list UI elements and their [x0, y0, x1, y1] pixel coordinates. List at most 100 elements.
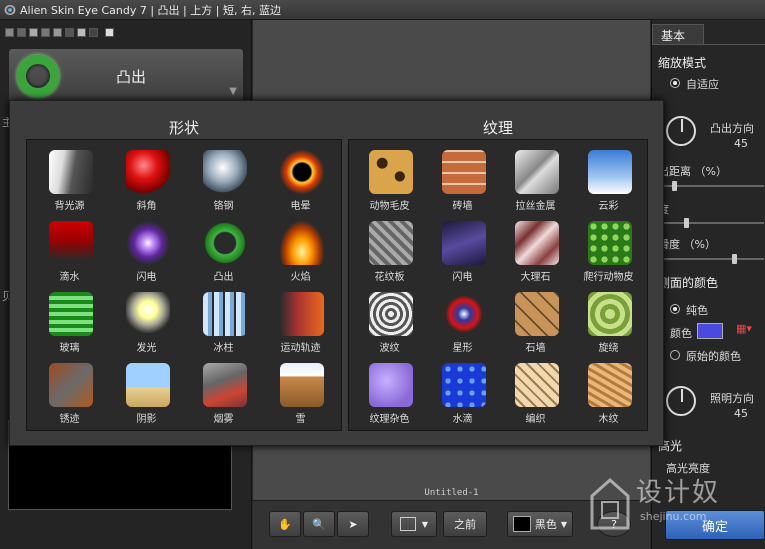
texture-item-clouds[interactable]: 云彩 — [573, 146, 645, 216]
fur-icon — [368, 150, 413, 194]
swatch[interactable] — [65, 28, 74, 37]
background-color-button[interactable]: 黑色 ▼ — [507, 511, 573, 537]
effect-selector-button[interactable]: 凸出 ▼ — [8, 48, 244, 104]
side-color-swatch[interactable] — [697, 323, 723, 339]
texture-item-diamond-plate[interactable]: 花纹板 — [354, 217, 426, 287]
extrude-ring-icon — [17, 55, 59, 97]
shape-item-bevel[interactable]: 斜角 — [111, 146, 183, 216]
effect-name: 凸出 — [115, 67, 146, 86]
zoom-tool-button[interactable]: 🔍 — [303, 511, 335, 537]
rust-icon — [48, 363, 93, 407]
texture-item-reptile[interactable]: 爬行动物皮 — [573, 217, 645, 287]
color-grid-icon[interactable]: ▦▾ — [736, 322, 752, 335]
chevron-down-icon: ▼ — [560, 519, 568, 529]
shape-item-fire[interactable]: 火焰 — [265, 217, 337, 287]
texture-item-swirl[interactable]: 旋绕 — [573, 288, 645, 358]
noise-icon — [368, 363, 413, 407]
texture-item-marble[interactable]: 大理石 — [500, 217, 572, 287]
swatch[interactable] — [89, 28, 98, 37]
shape-item-drip[interactable]: 滴水 — [34, 217, 106, 287]
shape-item-extrude[interactable]: 凸出 — [188, 217, 260, 287]
swatch[interactable] — [77, 28, 86, 37]
texture-item-drops[interactable]: 水滴 — [427, 359, 499, 429]
shape-item-chrome[interactable]: 铬钢 — [188, 146, 260, 216]
swatch[interactable] — [41, 28, 50, 37]
texture-item-weave[interactable]: 编织 — [500, 359, 572, 429]
distance-label: 出距离 （%） — [658, 165, 727, 178]
clouds-icon — [587, 150, 632, 194]
slider-knob[interactable] — [732, 254, 737, 264]
light-direction-dial[interactable] — [666, 386, 696, 416]
shape-item-backlight[interactable]: 背光源 — [34, 146, 106, 216]
compare-mode-button[interactable]: ▼ — [391, 511, 437, 537]
shape-item-rust[interactable]: 锈迹 — [34, 359, 106, 429]
texture-item-brushed-metal[interactable]: 拉丝金属 — [500, 146, 572, 216]
shape-item-label: 斜角 — [136, 201, 157, 212]
swatch[interactable] — [17, 28, 26, 37]
swatch[interactable] — [53, 28, 62, 37]
original-color-radio[interactable] — [670, 350, 680, 360]
distance-slider[interactable] — [660, 181, 764, 191]
texture-item-ripples[interactable]: 波纹 — [354, 288, 426, 358]
solid-color-radio[interactable] — [670, 304, 680, 314]
smooth-slider[interactable] — [660, 254, 764, 264]
swatch[interactable] — [5, 28, 14, 37]
texture-item-fur[interactable]: 动物毛皮 — [354, 146, 426, 216]
shape-item-corona[interactable]: 电晕 — [265, 146, 337, 216]
texture-item-label: 编织 — [525, 414, 546, 425]
shape-item-snow[interactable]: 雪 — [265, 359, 337, 429]
arrow-cursor-icon: ➤ — [348, 517, 358, 531]
motion-icon — [279, 292, 324, 336]
fit-radio[interactable] — [670, 78, 680, 88]
texture-item-label: 水滴 — [452, 414, 473, 425]
texture-item-lightning-tex[interactable]: 闪电 — [427, 217, 499, 287]
texture-item-stone[interactable]: 石墙 — [500, 288, 572, 358]
direction-dial[interactable] — [666, 116, 696, 146]
weave-icon — [514, 363, 559, 407]
shape-item-smoke[interactable]: 烟雾 — [188, 359, 260, 429]
shape-item-label: 凸出 — [213, 272, 234, 283]
dropdown-arrow-icon: ▼ — [229, 86, 237, 97]
texture-item-label: 砖墙 — [452, 201, 473, 212]
swatch[interactable] — [105, 28, 114, 37]
texture-item-label: 动物毛皮 — [369, 201, 410, 212]
texture-item-star[interactable]: 星形 — [427, 288, 499, 358]
watermark-url: shejinu.com — [640, 510, 707, 523]
texture-item-label: 木纹 — [598, 414, 619, 425]
hand-tool-button[interactable]: ✋ — [269, 511, 301, 537]
slider-knob[interactable] — [684, 218, 689, 228]
tab-basic[interactable]: 基本 — [652, 24, 704, 44]
select-tool-button[interactable]: ➤ — [337, 511, 369, 537]
shape-item-lightning[interactable]: 闪电 — [111, 217, 183, 287]
shape-item-motion[interactable]: 运动轨迹 — [265, 288, 337, 358]
width-slider[interactable] — [660, 218, 764, 228]
textures-panel: 动物毛皮 砖墙 拉丝金属 云彩花纹板 闪电 大理石 爬行动物皮波纹 星形 石墙 旋绕纹理杂色 水滴 编… — [348, 139, 648, 431]
house-logo-icon — [590, 477, 630, 530]
chrome-icon — [202, 150, 247, 194]
glow-icon — [125, 292, 170, 336]
tab-divider — [652, 44, 765, 45]
texture-item-wood[interactable]: 木纹 — [573, 359, 645, 429]
shape-item-shadow[interactable]: 阴影 — [111, 359, 183, 429]
shape-item-label: 阴影 — [136, 414, 157, 425]
before-button[interactable]: 之前 — [443, 511, 487, 537]
texture-item-brick[interactable]: 砖墙 — [427, 146, 499, 216]
title-bar: Alien Skin Eye Candy 7 | 凸出 | 上方 | 短, 右,… — [0, 0, 765, 20]
icicles-icon — [202, 292, 247, 336]
swatch[interactable] — [29, 28, 38, 37]
shape-item-icicles[interactable]: 冰柱 — [188, 288, 260, 358]
marble-icon — [514, 221, 559, 265]
texture-item-noise[interactable]: 纹理杂色 — [354, 359, 426, 429]
shape-item-label: 雪 — [295, 414, 306, 425]
chevron-down-icon: ▼ — [421, 519, 429, 529]
shape-item-label: 烟雾 — [213, 414, 234, 425]
original-color-label: 原始的颜色 — [686, 350, 741, 363]
texture-item-label: 花纹板 — [374, 272, 405, 283]
shape-item-glow[interactable]: 发光 — [111, 288, 183, 358]
slider-knob[interactable] — [672, 181, 677, 191]
lightning-tex-icon — [441, 221, 486, 265]
shape-item-label: 火焰 — [290, 272, 311, 283]
reptile-icon — [587, 221, 632, 265]
effect-picker-popup: 形状 纹理 背光源 斜角 铬钢 电晕 滴水 闪电 凸出 火焰 玻璃 发光 冰柱 运动轨迹 锈迹 阴影 烟雾 雪… — [9, 100, 664, 446]
shape-item-glass[interactable]: 玻璃 — [34, 288, 106, 358]
